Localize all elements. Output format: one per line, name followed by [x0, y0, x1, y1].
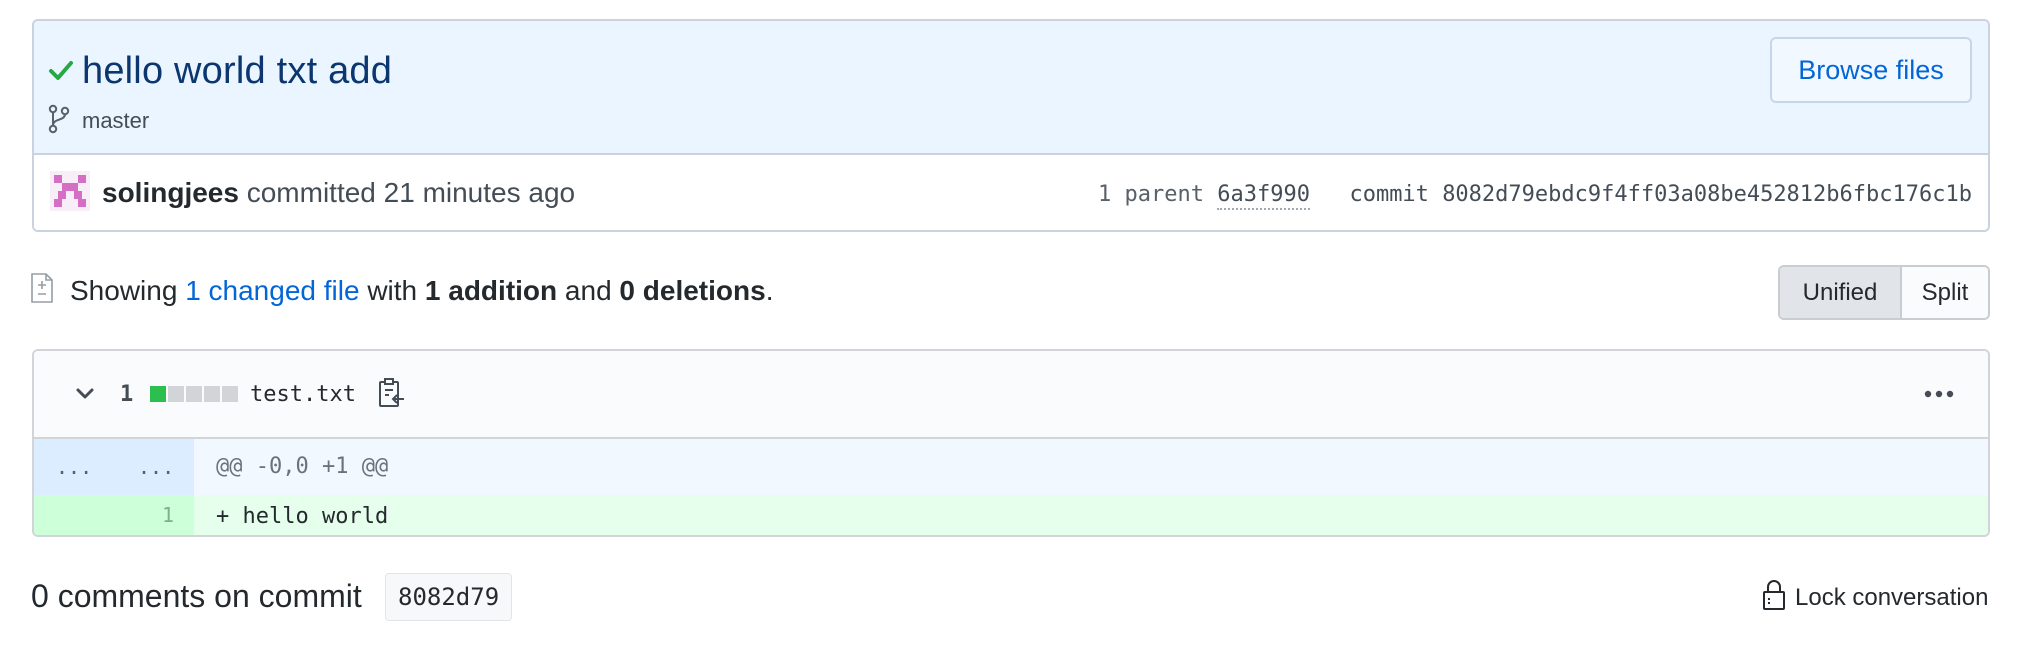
branch-icon — [48, 104, 70, 134]
check-icon — [49, 61, 73, 80]
parent-info: 1 parent 6a3f990 — [1098, 182, 1310, 210]
line-number-cell[interactable]: 1 — [34, 495, 194, 535]
file-header: 1 test.txt — [34, 351, 1988, 439]
parent-label: 1 parent — [1098, 182, 1204, 207]
deletions-count: 0 deletions — [619, 275, 766, 306]
chevron-down-icon[interactable] — [74, 383, 96, 405]
commit-time: committed 21 minutes ago — [246, 177, 576, 208]
commit-sha-value: 8082d79ebdc9f4ff03a08be452812b6fbc176c1b — [1442, 182, 1972, 207]
browse-files-button[interactable]: Browse files — [1770, 37, 1972, 103]
hunk-header-text: @@ -0,0 +1 @@ — [216, 454, 389, 479]
commit-header: hello world txt add master Browse files … — [32, 19, 1990, 232]
line-content: + hello world — [216, 504, 389, 529]
summary-showing: Showing — [70, 275, 178, 306]
new-line-number: 1 — [162, 503, 175, 527]
diffstat-neutral-block — [168, 386, 184, 402]
summary-period: . — [765, 275, 774, 306]
commit-label: commit — [1349, 182, 1429, 207]
lock-conversation-button[interactable]: Lock conversation — [1795, 584, 1988, 612]
more-options-icon[interactable] — [1924, 389, 1954, 399]
additions-count: 1 addition — [424, 275, 558, 306]
commit-sha-badge: 8082d79 — [385, 573, 513, 621]
diffstat-bar — [150, 386, 238, 402]
parent-sha-link[interactable]: 6a3f990 — [1217, 182, 1310, 210]
file-name-link[interactable]: test.txt — [250, 382, 356, 407]
commit-author-line: solingjees committed 21 minutes ago — [102, 177, 575, 209]
unified-view-button[interactable]: Unified — [1780, 267, 1902, 318]
file-change-count: 1 — [120, 382, 134, 407]
avatar[interactable] — [50, 171, 90, 211]
summary-and: and — [564, 275, 612, 306]
hunk-expand-right[interactable]: ... — [114, 439, 194, 495]
commit-title: hello world txt add — [82, 50, 393, 92]
hunk-left-dots: ... — [56, 455, 93, 479]
branch-name[interactable]: master — [82, 108, 149, 134]
diff-addition-line: 1 + hello world — [34, 495, 1988, 535]
hunk-expand-left[interactable]: ... — [34, 439, 114, 495]
summary-with: with — [367, 275, 418, 306]
changed-files-link[interactable]: 1 changed file — [185, 275, 359, 306]
diffstat-neutral-block — [186, 386, 202, 402]
split-view-button[interactable]: Split — [1902, 267, 1988, 318]
lock-icon[interactable] — [1762, 579, 1786, 611]
author-name[interactable]: solingjees — [102, 177, 239, 208]
commit-sha: commit 8082d79ebdc9f4ff03a08be452812b6fb… — [1349, 182, 1972, 207]
file-diff: 1 test.txt ... ... @@ -0,0 +1 @@ 1 + hel… — [32, 349, 1990, 537]
diffstat-add-block — [150, 386, 166, 402]
file-diff-icon — [31, 273, 53, 303]
diff-view-toggle: Unified Split — [1778, 265, 1990, 320]
commit-title-bar: hello world txt add master Browse files — [34, 21, 1988, 155]
copy-path-icon[interactable] — [376, 377, 406, 409]
diffstat-neutral-block — [222, 386, 238, 402]
commit-meta: solingjees committed 21 minutes ago 1 pa… — [34, 155, 1988, 230]
hunk-header-row: ... ... @@ -0,0 +1 @@ — [34, 439, 1988, 495]
diff-summary: Showing 1 changed file with 1 addition a… — [70, 275, 773, 307]
hunk-right-dots: ... — [138, 455, 175, 479]
diffstat-neutral-block — [204, 386, 220, 402]
comments-heading: 0 comments on commit — [31, 578, 362, 614]
